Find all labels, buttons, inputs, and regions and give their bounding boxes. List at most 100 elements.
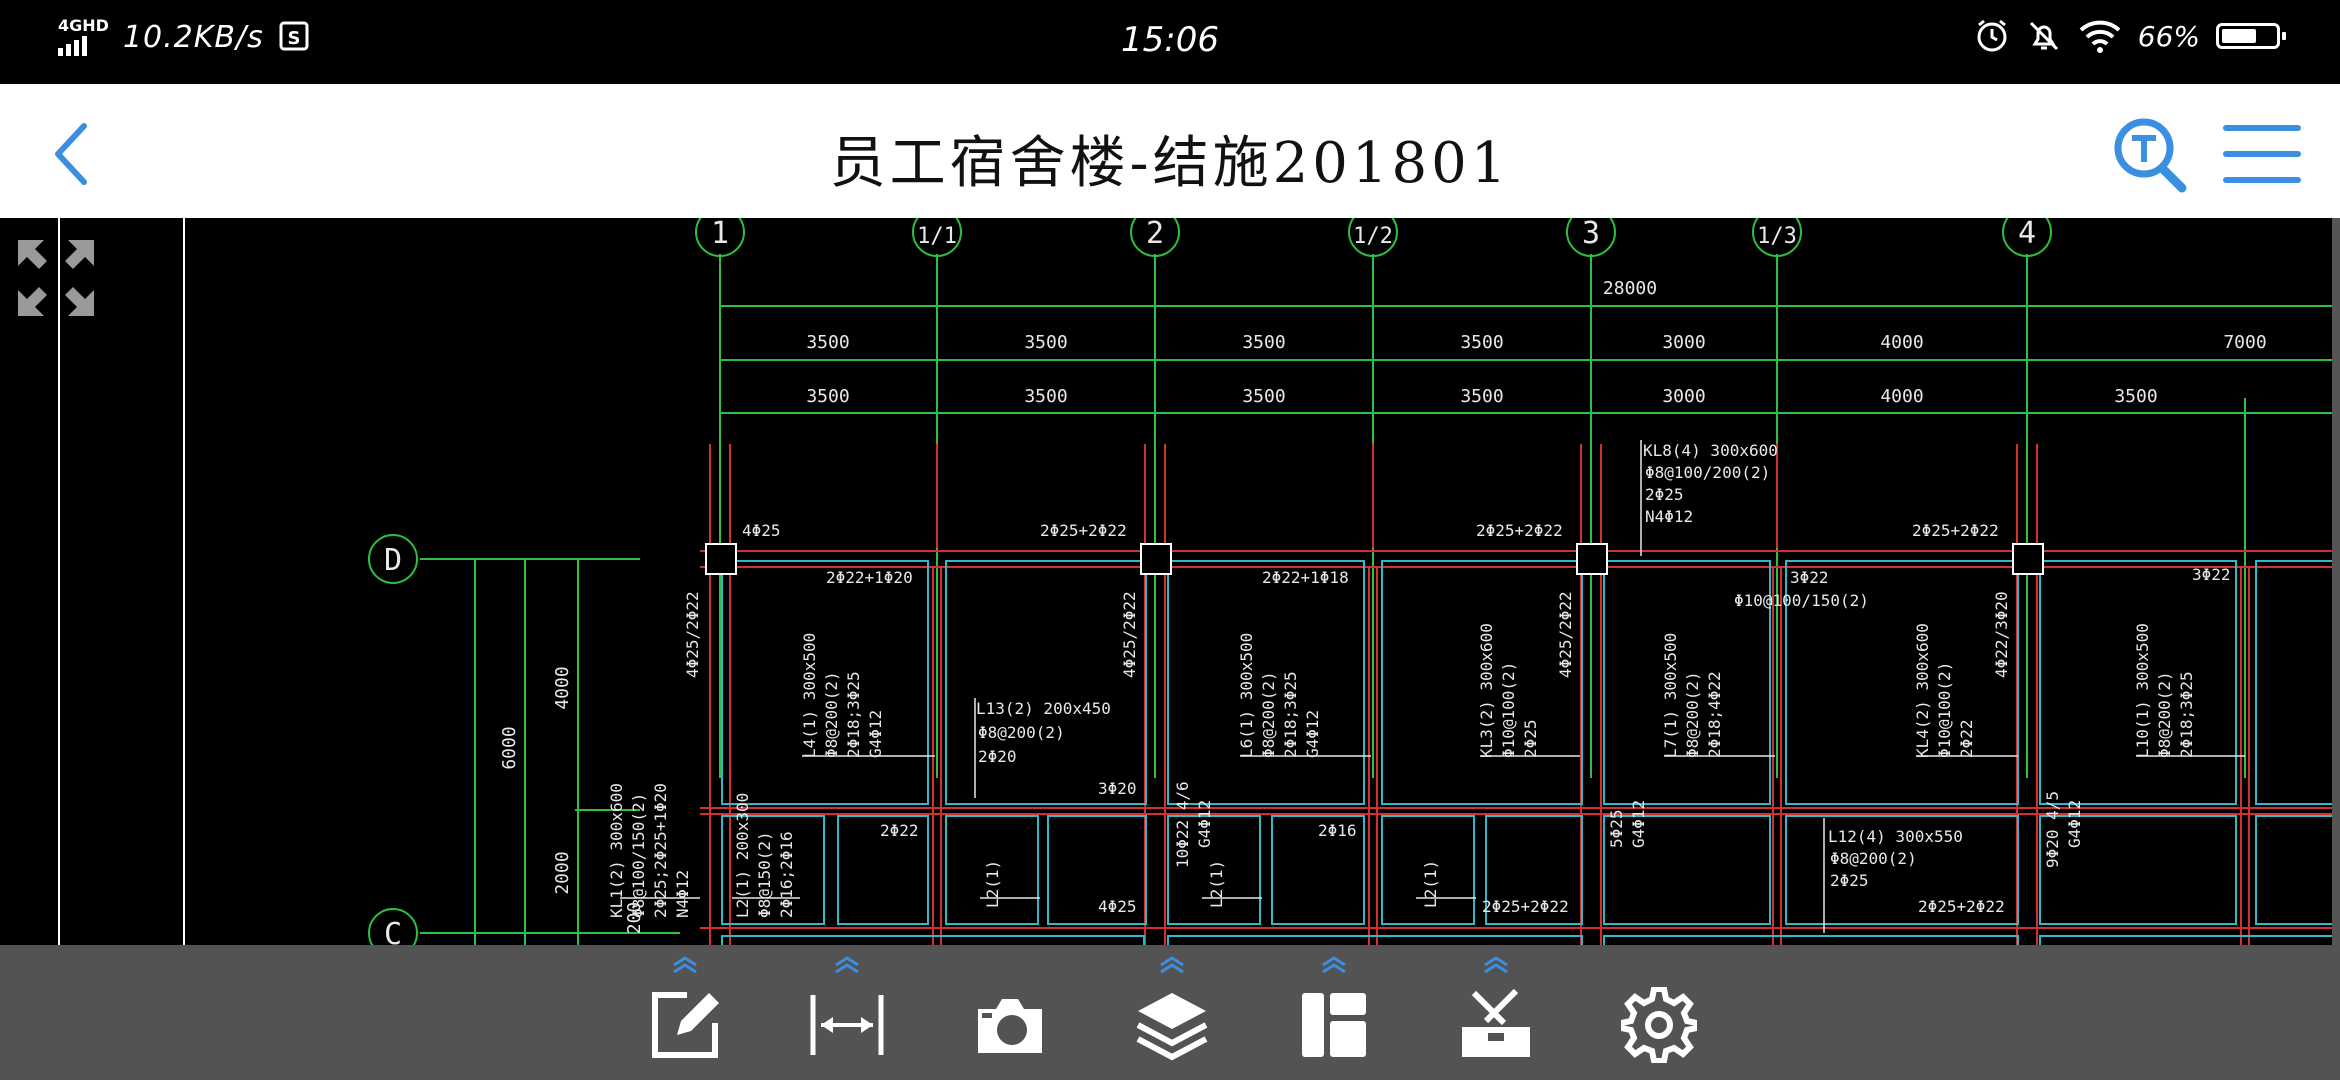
chevron-up-icon[interactable] (1315, 955, 1353, 975)
axis-label: D (384, 543, 402, 578)
beam-note: L10(1) 300x500 (2133, 623, 2152, 758)
measure-tool-button[interactable] (792, 945, 902, 1080)
beam-note: 2Φ18;3Φ25 (1281, 671, 1300, 758)
axis-label: 1/2 (1353, 224, 1393, 249)
edit-tool-button[interactable] (630, 945, 740, 1080)
beam-note: N4Φ12 (673, 870, 692, 918)
beam-note: 4Φ25/2Φ22 (1556, 591, 1575, 678)
settings-tool-button[interactable] (1604, 945, 1714, 1080)
beam-note: L2(1) (983, 860, 1002, 908)
axis-label: C (384, 917, 402, 945)
dim-text: 3500 (806, 386, 849, 407)
hamburger-icon (2223, 125, 2301, 183)
chevron-up-icon[interactable] (828, 955, 866, 975)
beam-note: 10Φ22 4/6 (1173, 781, 1192, 868)
beam-note: L4(1) 300x500 (800, 633, 819, 758)
dim-text: 4000 (552, 666, 573, 709)
beam-note: 4Φ25/2Φ22 (1120, 591, 1139, 678)
beam-note: KL4(2) 300x600 (1913, 623, 1932, 758)
drawing-canvas[interactable]: 1 1/1 2 1/2 3 1/3 4 D C 28000 3500 3500 … (0, 218, 2340, 945)
beam-note: 2Φ25+2Φ22 (1476, 521, 1563, 540)
beam-note: 2Φ22 (1957, 719, 1976, 758)
camera-icon[interactable] (972, 987, 1048, 1063)
beam-note: 3Φ22 (2192, 565, 2231, 584)
dim-text: 3500 (1242, 332, 1285, 353)
beam-note: L6(1) 300x500 (1237, 633, 1256, 758)
toolbox-tool-button[interactable] (1441, 945, 1551, 1080)
beam-note: G4Φ12 (866, 710, 885, 758)
battery-level (2222, 29, 2257, 43)
beam-note: Φ8@100/200(2) (1645, 463, 1770, 482)
camera-tool-button[interactable] (955, 945, 1065, 1080)
beam-note: 2Φ20 (978, 747, 1017, 766)
beam-note: G4Φ12 (1195, 800, 1214, 848)
beam-note: 2Φ25 (1830, 871, 1869, 890)
chevron-up-icon[interactable] (666, 955, 704, 975)
beam-note: 2Φ16;2Φ16 (777, 831, 796, 918)
layout-icon[interactable] (1296, 987, 1372, 1063)
scrollbar[interactable] (2332, 218, 2340, 945)
beam-note: L7(1) 300x500 (1661, 633, 1680, 758)
app-header: 员工宿舍楼-结施201801 (0, 84, 2340, 218)
beam-note: 2Φ22 (880, 821, 919, 840)
status-bar: 4GHD 10.2KB/s S 15:06 66% (0, 0, 2340, 84)
beam-note: G4Φ12 (1303, 710, 1322, 758)
beam-note: 2Φ25;2Φ25+1Φ20 (651, 783, 670, 918)
chevron-up-icon[interactable] (1153, 955, 1191, 975)
beam-note: 9Φ20 4/5 (2043, 791, 2062, 868)
beam-note: Φ10@100(2) (1935, 662, 1954, 758)
beam-note: 2Φ25+2Φ22 (1918, 897, 2005, 916)
text-search-button[interactable] (2110, 114, 2190, 194)
beam-note: 2Φ18;4Φ22 (1705, 671, 1724, 758)
layers-icon[interactable] (1134, 987, 1210, 1063)
dim-text: 3500 (1460, 386, 1503, 407)
layout-tool-button[interactable] (1279, 945, 1389, 1080)
battery-percent: 66% (2137, 19, 2200, 53)
beam-note: Φ8@200(2) (1830, 849, 1917, 868)
toolbox-icon[interactable] (1458, 987, 1534, 1063)
beam-note: 2Φ22+1Φ20 (826, 568, 913, 587)
edit-icon[interactable] (647, 987, 723, 1063)
axis-label: 1 (711, 218, 729, 251)
beam-note: L13(2) 200x450 (976, 699, 1111, 718)
dim-text: 7000 (2223, 332, 2266, 353)
beam-note: 2Φ18;3Φ25 (2177, 671, 2196, 758)
settings-icon[interactable] (1621, 987, 1697, 1063)
beam-note: 2Φ22+1Φ18 (1262, 568, 1349, 587)
beam-note: 2Φ25 (1521, 719, 1540, 758)
menu-button[interactable] (2220, 114, 2304, 194)
beam-note: KL3(2) 300x600 (1477, 623, 1496, 758)
fullscreen-button[interactable] (14, 236, 98, 320)
beam-note: KL8(4) 300x600 (1643, 441, 1778, 460)
axis-label: 2 (1146, 218, 1164, 251)
beam-note: 2Φ25 (1645, 485, 1684, 504)
battery-icon (2216, 23, 2286, 49)
chevron-up-icon[interactable] (1477, 955, 1515, 975)
beam-note: KL1(2) 300x600 (607, 783, 626, 918)
leader-lines (620, 440, 2245, 933)
bottom-toolbar (0, 945, 2340, 1080)
dim-text: 3500 (1242, 386, 1285, 407)
axis-label: 1/1 (917, 224, 957, 249)
beam-note: 2Φ25+2Φ22 (1482, 897, 1569, 916)
dim-text: 3500 (1024, 386, 1067, 407)
dim-text: 3500 (1024, 332, 1067, 353)
layers-tool-button[interactable] (1117, 945, 1227, 1080)
beam-note: Φ8@150(2) (755, 831, 774, 918)
dim-text: 3000 (1662, 386, 1705, 407)
beam-note: 4Φ22/3Φ20 (1992, 591, 2011, 678)
status-right: 66% (1974, 18, 2286, 54)
wifi-icon (2079, 20, 2121, 53)
beam-note: Φ8@200(2) (1683, 671, 1702, 758)
beam-note: Φ10@100(2) (1499, 662, 1518, 758)
beam-note: 2Φ25+2Φ22 (1040, 521, 1127, 540)
beam-note: 3Φ22 (1790, 568, 1829, 587)
beam-note: Φ8@200(2) (1259, 671, 1278, 758)
alarm-icon (1977, 19, 2007, 52)
beam-note: N4Φ12 (1645, 507, 1693, 526)
measure-icon[interactable] (809, 987, 885, 1063)
axis-label: 3 (1582, 218, 1600, 251)
beam-note: 2Φ25+2Φ22 (1912, 521, 1999, 540)
dim-text: 2000 (552, 851, 573, 894)
cad-drawing[interactable]: 1 1/1 2 1/2 3 1/3 4 D C 28000 3500 3500 … (0, 218, 2340, 945)
